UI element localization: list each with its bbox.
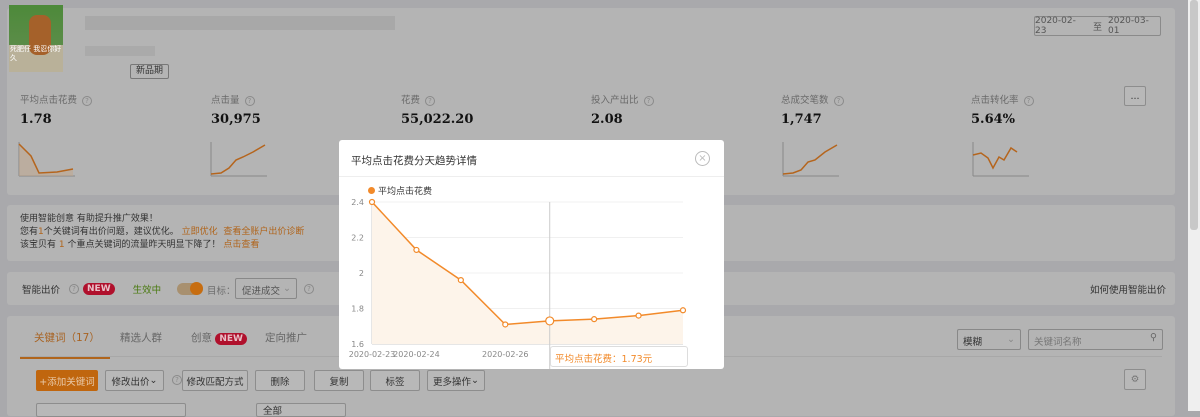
y-tick-label: 1.8 — [351, 305, 364, 314]
cpc-line-chart: 2.4 2.2 2 1.8 1.62020-02-232020-02-24 2020-02… — [349, 198, 687, 369]
metric-label-cvr: 点击转化率? — [971, 92, 1034, 106]
modify-match-button[interactable]: 修改匹配方式 — [182, 370, 248, 391]
settings-button[interactable]: ⚙ — [1124, 369, 1146, 390]
new-badge: NEW — [215, 333, 247, 345]
help-icon: ? — [244, 95, 255, 106]
sparkline-orders[interactable] — [781, 140, 841, 178]
help-icon: ? — [833, 95, 844, 106]
sparkline-cvr[interactable] — [971, 140, 1031, 178]
add-keyword-button[interactable]: +添加关键词 — [36, 370, 98, 391]
data-point — [457, 277, 464, 284]
smart-bid-status: 生效中 — [132, 285, 162, 296]
metric-label-clicks: 点击量? — [211, 92, 255, 106]
diagnosis-link[interactable]: 查看全账户出价诊断 — [223, 227, 304, 237]
metric-label-cost: 花费? — [401, 92, 436, 106]
new-badge: NEW — [83, 283, 115, 295]
help-icon: ? — [304, 284, 314, 294]
metric-label-orders: 总成交笔数? — [781, 92, 844, 106]
gear-icon: ⚙ — [1130, 374, 1140, 385]
keyword-search-input[interactable]: 关键词名称 ⚲ — [1028, 329, 1163, 350]
help-icon: ? — [643, 95, 654, 106]
chevron-down-icon: ⌄ — [283, 283, 291, 294]
tip-line-3: 该宝贝有 1 个重点关键词的流量昨天明显下降了！ 点击查看 — [20, 240, 260, 250]
metric-value-roi: 2.08 — [591, 112, 623, 127]
metric-value-cpc: 1.78 — [20, 112, 52, 127]
delete-button[interactable]: 删除 — [255, 370, 305, 391]
date-sep: 至 — [1092, 22, 1102, 33]
copy-button[interactable]: 复制 — [314, 370, 364, 391]
tab-keywords[interactable]: 关键词（17） — [20, 328, 110, 359]
y-tick-label: 2.4 — [351, 198, 364, 207]
tag-button[interactable]: 标签 — [370, 370, 420, 391]
metric-value-clicks: 30,975 — [211, 112, 261, 127]
help-icon: ? — [82, 95, 93, 106]
sparkline-clicks[interactable] — [209, 140, 269, 178]
view-link[interactable]: 点击查看 — [223, 240, 259, 250]
data-point — [502, 321, 509, 328]
y-tick-label: 1.6 — [351, 340, 364, 349]
smart-bid-toggle[interactable] — [177, 282, 204, 295]
tip-line-1: 使用智能创意 有助提升推广效果！ — [20, 214, 158, 224]
metric-label-roi: 投入产出比? — [591, 92, 654, 106]
more-metrics-button[interactable]: ... — [1124, 86, 1146, 106]
modify-bid-button[interactable]: 修改出价 ⌄ — [105, 370, 164, 391]
x-tick-label: 2020-02-24 — [393, 350, 440, 359]
smart-bid-label: 智能出价 — [22, 285, 61, 296]
chart-tooltip: 平均点击花费：1.73元 — [550, 346, 688, 367]
filter-select[interactable]: 全部 — [256, 403, 346, 417]
tab-audience[interactable]: 精选人群 — [110, 328, 185, 359]
date-start: 2020-02-23 — [1035, 16, 1076, 36]
metric-label-cpc: 平均点击花费? — [20, 92, 93, 106]
view-switch-group[interactable] — [36, 403, 186, 417]
optimize-link[interactable]: 立即优化 — [182, 227, 218, 237]
x-tick-label: 2020-02-26 — [482, 350, 529, 359]
date-end: 2020-03-01 — [1108, 16, 1149, 36]
y-tick-label: 2 — [359, 269, 364, 278]
product-title-blurred — [85, 16, 395, 30]
data-point — [679, 307, 687, 314]
chevron-down-icon: ⌄ — [1007, 334, 1015, 345]
x-tick-label: 2020-02-23 — [349, 350, 396, 359]
product-subtitle-blurred — [85, 46, 155, 56]
product-image: 死肥仔 我忍你好久 — [9, 5, 63, 72]
tab-creative[interactable]: 创意 NEW — [185, 328, 265, 359]
metric-value-cvr: 5.64% — [971, 112, 1016, 127]
status-badge: 新品期 — [130, 64, 170, 79]
tab-targeting[interactable]: 定向推广 — [265, 328, 307, 359]
data-point — [545, 316, 555, 326]
smart-bid-help-link[interactable]: 如何使用智能出价 — [1090, 282, 1166, 296]
search-icon: ⚲ — [1150, 332, 1157, 343]
metric-value-orders: 1,747 — [781, 112, 822, 127]
tip-line-2: 您有1个关键词有出价问题，建议优化。 立即优化 查看全账户出价诊断 — [20, 227, 305, 237]
help-icon: ? — [425, 95, 436, 106]
scrollbar[interactable] — [1188, 0, 1200, 411]
data-point — [591, 316, 598, 323]
sparkline-cpc[interactable] — [17, 140, 77, 178]
image-caption: 死肥仔 我忍你好久 — [10, 45, 62, 62]
date-range-picker[interactable]: 2020-02-23 至 2020-03-01 — [1034, 16, 1161, 36]
data-point — [368, 198, 376, 206]
metric-value-cost: 55,022.20 — [401, 112, 474, 127]
help-icon: ? — [172, 375, 182, 385]
help-icon: ? — [1023, 95, 1034, 106]
help-icon: ? — [69, 284, 80, 294]
data-point — [413, 246, 420, 254]
match-select[interactable]: 模糊 ⌄ — [957, 329, 1021, 350]
trend-modal: 平均点击花费分天趋势详情 × 平均点击花费 2.4 2.2 2 1.8 1.6 2020-… — [339, 140, 724, 369]
goal-select[interactable]: 促进成交 ⌄ — [235, 278, 297, 299]
data-point — [635, 312, 642, 319]
more-actions-button[interactable]: 更多操作 ⌄ — [427, 370, 485, 391]
y-tick-label: 2.2 — [351, 234, 364, 243]
goal-label: 目标： — [207, 286, 236, 297]
